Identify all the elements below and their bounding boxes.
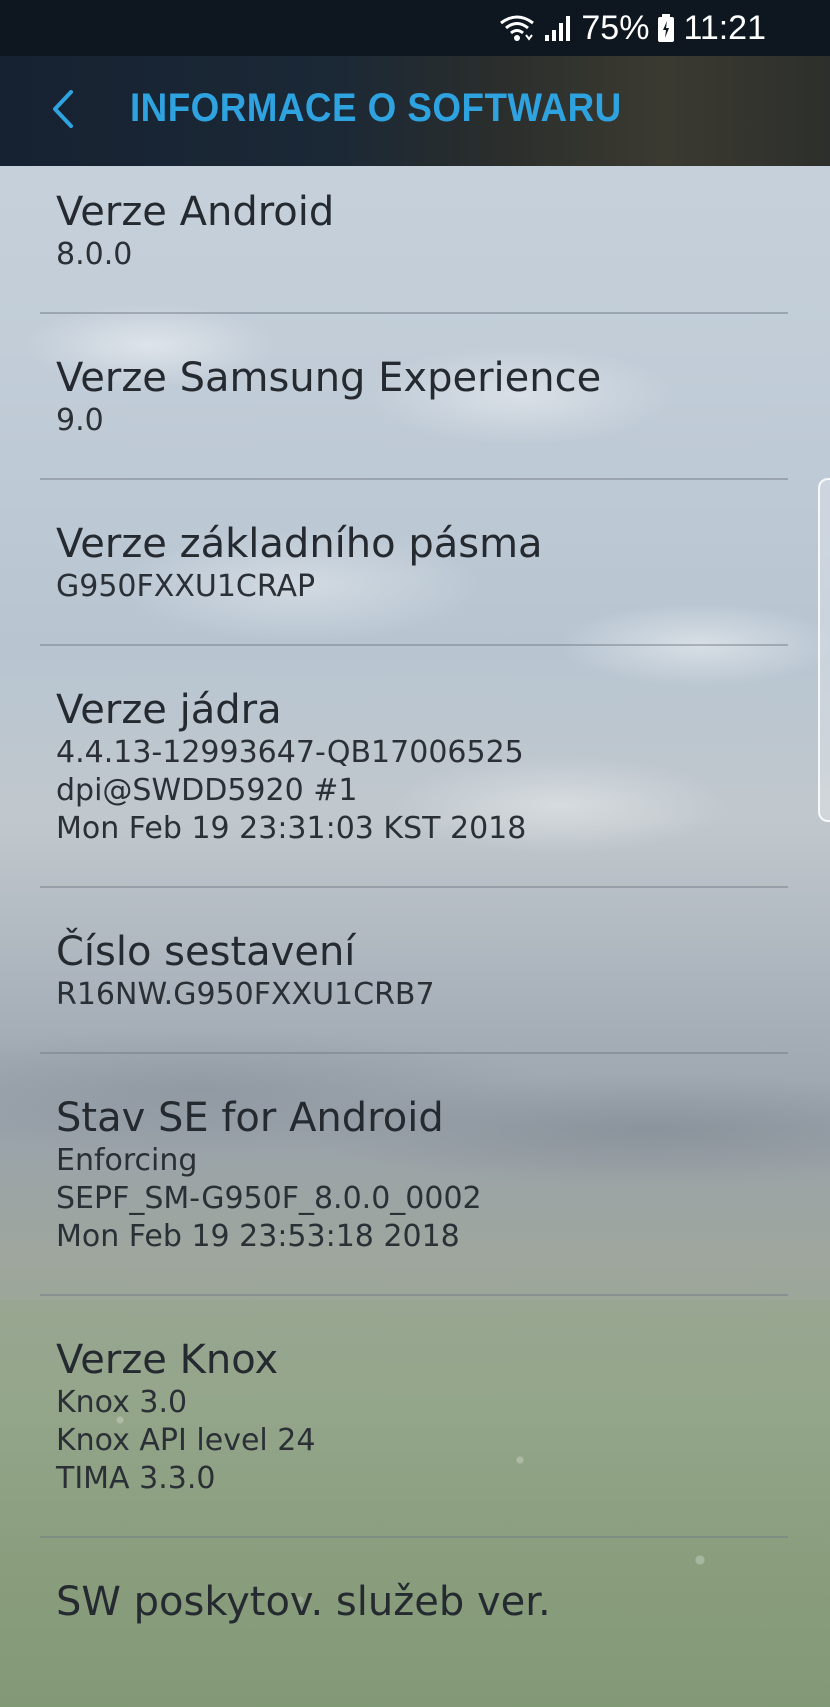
signal-icon (543, 13, 573, 43)
status-bar: 75% 11:21 (0, 0, 830, 56)
battery-icon (657, 13, 675, 43)
item-title: Verze Android (56, 189, 335, 235)
item-value: Knox API level 24 (56, 1423, 316, 1458)
software-info-list: Verze Android 8.0.0 Verze Samsung Experi… (0, 166, 830, 1707)
item-title: Verze jádra (56, 687, 282, 733)
list-item-samsung-experience[interactable]: Verze Samsung Experience 9.0 (0, 314, 830, 478)
item-value: dpi@SWDD5920 #1 (56, 773, 358, 808)
item-title: Verze základního pásma (56, 521, 543, 567)
list-item-knox-version[interactable]: Verze Knox Knox 3.0 Knox API level 24 TI… (0, 1296, 830, 1536)
item-value: R16NW.G950FXXU1CRB7 (56, 977, 435, 1012)
back-button[interactable] (38, 81, 88, 141)
list-item-se-android-status[interactable]: Stav SE for Android Enforcing SEPF_SM-G9… (0, 1054, 830, 1294)
wifi-icon (499, 13, 535, 43)
item-value: 4.4.13-12993647-QB17006525 (56, 735, 524, 770)
item-value: 8.0.0 (56, 237, 133, 272)
list-item-android-version[interactable]: Verze Android 8.0.0 (0, 166, 830, 312)
item-value: 9.0 (56, 403, 104, 438)
page-title: INFORMACE O SOFTWARU (130, 86, 622, 130)
item-value: TIMA 3.3.0 (56, 1461, 216, 1496)
item-value: Mon Feb 19 23:31:03 KST 2018 (56, 811, 527, 846)
item-value: G950FXXU1CRAP (56, 569, 316, 604)
item-title: Stav SE for Android (56, 1095, 444, 1141)
item-title: SW poskytov. služeb ver. (56, 1579, 551, 1625)
status-icons: 75% 11:21 (499, 8, 766, 48)
battery-percent: 75% (581, 8, 650, 47)
item-title: Číslo sestavení (56, 929, 356, 975)
item-value: Mon Feb 19 23:53:18 2018 (56, 1219, 460, 1254)
item-value: SEPF_SM-G950F_8.0.0_0002 (56, 1181, 482, 1216)
item-title: Verze Samsung Experience (56, 355, 602, 401)
scroll-indicator[interactable] (818, 478, 830, 822)
item-title: Verze Knox (56, 1337, 279, 1383)
list-item-baseband-version[interactable]: Verze základního pásma G950FXXU1CRAP (0, 480, 830, 644)
chevron-left-icon (49, 88, 77, 134)
clock: 11:21 (683, 8, 766, 47)
item-value: Enforcing (56, 1143, 198, 1178)
app-bar: INFORMACE O SOFTWARU (0, 56, 830, 166)
list-item-kernel-version[interactable]: Verze jádra 4.4.13-12993647-QB17006525 d… (0, 646, 830, 886)
item-value: Knox 3.0 (56, 1385, 188, 1420)
list-item-service-provider-sw[interactable]: SW poskytov. služeb ver. (0, 1538, 830, 1646)
list-item-build-number[interactable]: Číslo sestavení R16NW.G950FXXU1CRB7 (0, 888, 830, 1052)
